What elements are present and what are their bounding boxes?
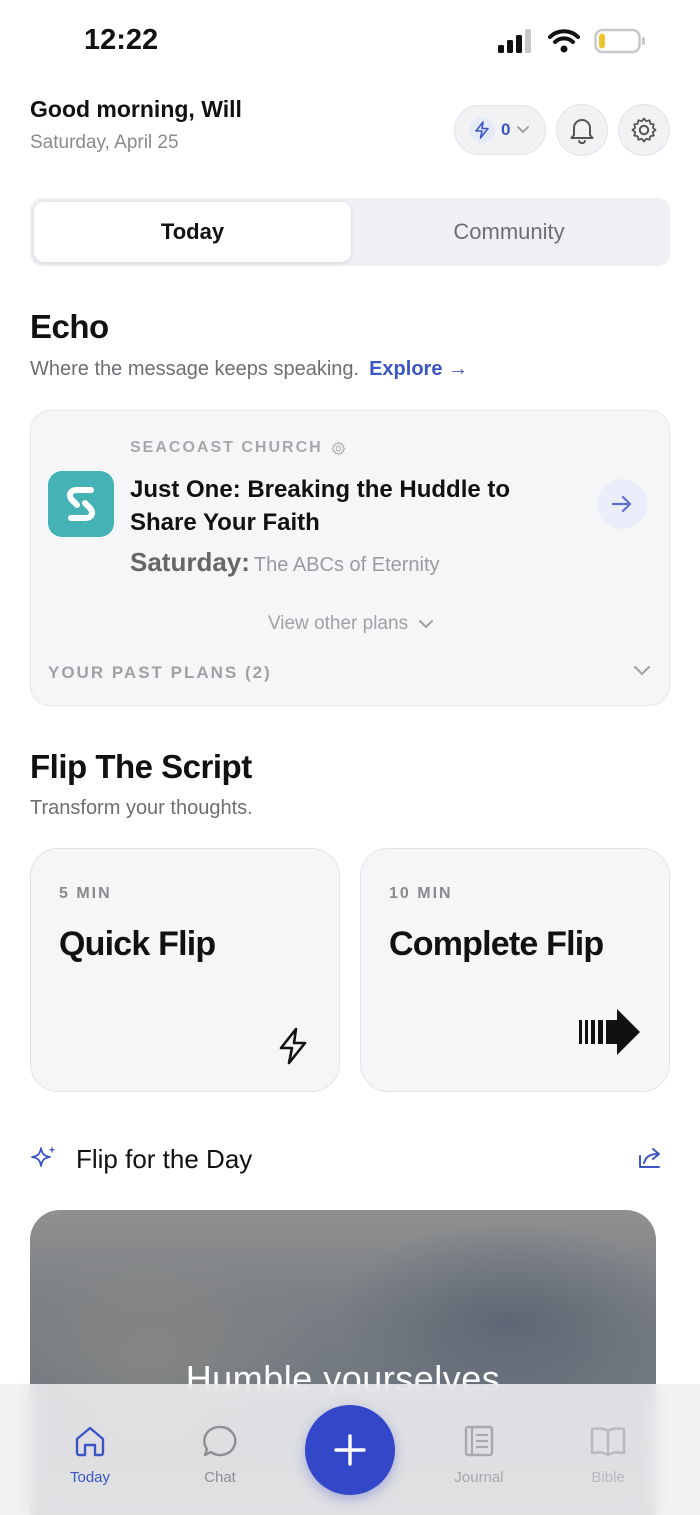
journal-icon [464, 1425, 494, 1457]
plan-title: Just One: Breaking the Huddle to Share Y… [130, 476, 511, 536]
church-logo [48, 471, 114, 537]
complete-flip-card[interactable]: 10 MIN Complete Flip [360, 848, 670, 1092]
notifications-button[interactable] [556, 104, 608, 156]
tab-bar-label: Bible [591, 1469, 625, 1486]
lightning-icon [469, 117, 495, 143]
seacoast-logo-icon [66, 487, 96, 521]
tab-bar-journal[interactable]: Journal [429, 1424, 529, 1486]
quick-flip-name: Quick Flip [59, 925, 216, 963]
view-other-plans-button[interactable]: View other plans [31, 613, 671, 635]
lightning-icon [279, 1027, 307, 1065]
tab-today[interactable]: Today [34, 202, 351, 262]
echo-subtitle: Where the message keeps speaking. Explore… [30, 358, 468, 381]
explore-link[interactable]: Explore → [369, 358, 468, 380]
status-bar: 12:22 [0, 0, 700, 84]
bottom-tab-bar: Today Chat Journal Bible [0, 1384, 700, 1515]
home-icon [75, 1426, 105, 1457]
past-plans-label[interactable]: YOUR PAST PLANS (2) [48, 663, 272, 683]
streak-button[interactable]: 0 [454, 105, 546, 155]
chevron-down-icon [419, 620, 434, 629]
plan-day: Saturday: The ABCs of Eternity [130, 547, 440, 578]
greeting: Good morning, Will [30, 96, 242, 122]
tab-bar-label: Chat [204, 1469, 236, 1486]
open-plan-button[interactable] [597, 479, 647, 529]
tab-bar-bible[interactable]: Bible [558, 1424, 658, 1486]
date-label: Saturday, April 25 [30, 132, 179, 153]
bible-icon [590, 1427, 626, 1457]
echo-plan-card[interactable]: SEACOAST CHURCH Just One: Breaking the H… [30, 410, 670, 706]
flip-script-subtitle: Transform your thoughts. [30, 797, 253, 819]
share-icon[interactable] [638, 1146, 664, 1170]
gear-icon[interactable] [331, 440, 346, 456]
settings-button[interactable] [618, 104, 670, 156]
gear-icon [631, 117, 657, 143]
bell-icon [570, 119, 594, 145]
sparkles-icon [31, 1146, 56, 1167]
complete-flip-name: Complete Flip [389, 925, 604, 963]
echo-subtitle-text: Where the message keeps speaking. [30, 358, 360, 380]
wifi-icon [548, 29, 580, 53]
tab-community[interactable]: Community [352, 202, 666, 262]
flip-for-day-label: Flip for the Day [76, 1144, 253, 1174]
view-other-label: View other plans [267, 613, 409, 634]
add-button[interactable] [305, 1405, 395, 1495]
complete-flip-duration: 10 MIN [389, 885, 453, 902]
church-name-text: SEACOAST CHURCH [130, 439, 323, 456]
battery-icon [594, 28, 645, 54]
quick-flip-card[interactable]: 5 MIN Quick Flip [30, 848, 340, 1092]
tab-bar-label: Journal [454, 1469, 504, 1486]
view-segmented-control: Today Community [30, 198, 670, 266]
status-icons [498, 28, 646, 54]
cellular-signal-icon [498, 29, 531, 53]
echo-title: Echo [30, 308, 109, 345]
church-name: SEACOAST CHURCH [130, 439, 346, 457]
tab-bar-chat[interactable]: Chat [170, 1424, 270, 1486]
quick-flip-duration: 5 MIN [59, 885, 112, 902]
tab-bar-today[interactable]: Today [40, 1424, 140, 1486]
chevron-down-icon[interactable] [633, 665, 651, 677]
flip-script-title: Flip The Script [30, 748, 252, 785]
arrow-right-icon [611, 495, 632, 513]
arrow-right-bold-icon [579, 1009, 640, 1055]
plus-icon [334, 1434, 366, 1466]
chat-icon [203, 1425, 237, 1457]
plan-day-topic: The ABCs of Eternity [253, 554, 440, 576]
tab-bar-label: Today [69, 1469, 111, 1486]
streak-count: 0 [501, 120, 511, 139]
status-time: 12:22 [84, 24, 159, 56]
chevron-down-icon [517, 126, 530, 134]
plan-day-label: Saturday: [130, 547, 250, 577]
flip-for-day-header: Flip for the Day [30, 1138, 670, 1182]
